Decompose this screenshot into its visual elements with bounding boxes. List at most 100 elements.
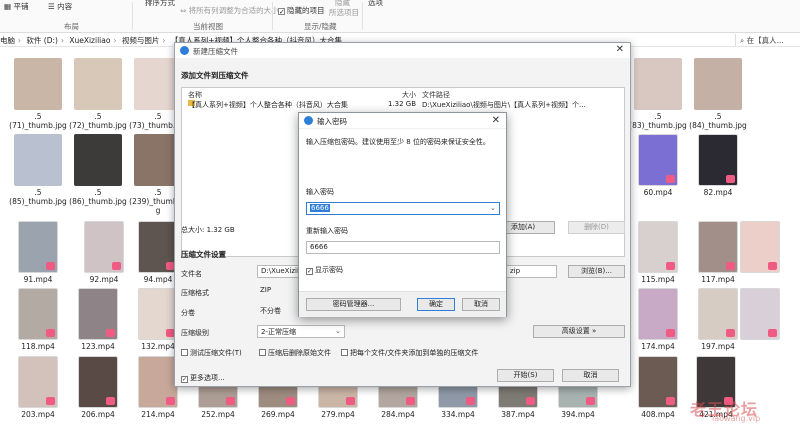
search-input[interactable]: ⌕ 在【真人... <box>735 34 800 46</box>
group-current-view-label: 当前视图 <box>193 22 223 31</box>
app-badge-icon <box>666 329 675 337</box>
file-name: 394.mp4 <box>561 410 595 419</box>
dialog-titlebar[interactable]: 新建压缩文件 ✕ <box>175 43 630 58</box>
password-manager-button[interactable]: 密码管理器... <box>306 298 401 311</box>
file-name: 92.mp4 <box>89 275 119 284</box>
video-file-item[interactable]: 408.mp4 <box>628 356 688 419</box>
browse-button[interactable]: 浏览(B)... <box>568 265 625 278</box>
breadcrumb-item[interactable]: 视频与图片 <box>122 36 160 45</box>
breadcrumb-item[interactable]: XueXiziliao <box>69 36 110 45</box>
test-archive-checkbox[interactable]: 测试压缩文件(T) <box>181 348 242 358</box>
hidden-items-checkbox[interactable]: 隐藏的项目 <box>278 5 325 16</box>
thumbnail <box>18 288 58 340</box>
ribbon: ▦ 平铺 ☰ 内容 布局 排序方式 ⇔ 将所有列调整为合适的大小 当前视图 隐藏… <box>0 0 800 33</box>
video-file-item[interactable]: 82.mp4 <box>688 134 748 197</box>
check-icon: ✓ <box>181 376 188 383</box>
show-password-checkbox[interactable]: ✓ 显示密码 <box>306 265 343 275</box>
image-file-item[interactable]: .5 (72)_thumb.jpg <box>68 58 128 130</box>
file-name: .5 (83)_thumb.jpg <box>629 112 687 130</box>
more-options-checkbox[interactable]: ✓ 更多选项... <box>181 373 225 383</box>
format-select[interactable]: ZIP <box>257 285 303 298</box>
close-icon[interactable]: ✕ <box>616 44 624 55</box>
video-file-item[interactable]: 92.mp4 <box>74 221 134 284</box>
image-file-item[interactable]: .5 (71)_thumb.jpg <box>8 58 68 130</box>
video-file-item[interactable]: 118.mp4 <box>8 288 68 351</box>
chevron-down-icon[interactable]: ⌄ <box>490 204 496 212</box>
cancel-button[interactable]: 取消 <box>462 298 500 311</box>
file-name: .5 (71)_thumb.jpg <box>9 112 67 130</box>
sort-button[interactable]: 排序方式 <box>145 0 175 8</box>
each-separate-checkbox[interactable]: 把每个文件/文件夹添加到单独的压缩文件 <box>341 348 478 358</box>
thumbnail <box>74 134 122 186</box>
row-path: D:\XueXiziliao\视频与图片\【真人系列+视频】个... <box>422 101 586 109</box>
video-file-item[interactable]: 115.mp4 <box>628 221 688 284</box>
delete-after-checkbox[interactable]: 压缩后删除原始文件 <box>259 348 331 358</box>
thumbnail <box>18 221 58 273</box>
thumbnail <box>78 288 118 340</box>
video-file-item[interactable]: 203.mp4 <box>8 356 68 419</box>
file-name: 269.mp4 <box>261 410 295 419</box>
ribbon-item-tiles[interactable]: ▦ 平铺 <box>4 1 28 12</box>
format-label: 压缩格式 <box>181 289 209 297</box>
search-icon: ⌕ <box>740 36 747 45</box>
thumbnail <box>74 58 122 110</box>
thumbnail <box>694 58 742 110</box>
checkbox-icon <box>181 349 188 356</box>
image-file-item[interactable]: .5 (84)_thumb.jpg <box>688 58 748 130</box>
password-field[interactable]: 6666 ⌄ <box>306 202 500 215</box>
password-dialog-titlebar[interactable]: 输入密码 ✕ <box>299 113 506 129</box>
video-file-item[interactable]: 123.mp4 <box>68 288 128 351</box>
ok-button[interactable]: 确定 <box>417 298 455 311</box>
thumbnail <box>18 356 58 408</box>
start-button[interactable]: 开始(S) <box>497 369 554 382</box>
reenter-password-label: 重新输入密码 <box>306 227 348 235</box>
group-show-hide-label: 显示/隐藏 <box>304 22 337 31</box>
ribbon-divider <box>362 2 363 30</box>
app-badge-icon <box>466 397 475 405</box>
advanced-settings-button[interactable]: 高级设置 » <box>533 325 625 338</box>
file-name: 279.mp4 <box>321 410 355 419</box>
level-select[interactable]: 2-正常压缩 ⌄ <box>257 325 345 338</box>
app-badge-icon <box>346 397 355 405</box>
breadcrumb-item[interactable]: 电脑 <box>0 36 15 45</box>
thumbnail <box>638 288 678 340</box>
image-file-item[interactable]: .5 (86)_thumb.jpg <box>68 134 128 206</box>
thumbnail <box>84 221 124 273</box>
password-dialog-title: 输入密码 <box>317 117 347 126</box>
checkbox-icon <box>259 349 266 356</box>
table-row[interactable]: 【真人系列+视频】个人整合各种（抖音风）大合集 1.32 GB D:\XueXi… <box>182 100 624 110</box>
section-add-title: 添加文件到压缩文件 <box>181 71 249 80</box>
column-size-header[interactable]: 大小 <box>402 90 416 100</box>
video-file-item[interactable]: 60.mp4 <box>628 134 688 197</box>
options-button[interactable]: 选项 <box>368 0 383 8</box>
video-file-item[interactable]: 91.mp4 <box>8 221 68 284</box>
breadcrumb-item[interactable]: 软件 (D:) <box>26 36 58 45</box>
file-name: 214.mp4 <box>141 410 175 419</box>
column-path-header[interactable]: 文件路径 <box>422 90 450 100</box>
image-file-item[interactable]: .5 (83)_thumb.jpg <box>628 58 688 130</box>
volume-select[interactable]: 不分卷 <box>257 305 303 318</box>
thumbnail <box>138 221 178 273</box>
thumbnail <box>638 356 678 408</box>
reenter-password-field[interactable]: 6666 <box>306 241 500 254</box>
video-file-item[interactable]: 206.mp4 <box>68 356 128 419</box>
ribbon-item-content[interactable]: ☰ 内容 <box>48 1 72 12</box>
enter-password-label: 输入密码 <box>306 188 334 196</box>
file-name: 82.mp4 <box>703 188 733 197</box>
fit-columns-button[interactable]: ⇔ 将所有列调整为合适的大小 <box>180 5 279 16</box>
file-name: 203.mp4 <box>21 410 55 419</box>
cancel-button[interactable]: 取消 <box>562 369 619 382</box>
column-name-header[interactable]: 名称 <box>188 90 202 100</box>
file-name: 387.mp4 <box>501 410 535 419</box>
ribbon-divider <box>272 2 273 30</box>
thumbnail <box>138 288 178 340</box>
video-file-item[interactable] <box>730 221 790 273</box>
image-file-item[interactable]: .5 (85)_thumb.jpg <box>8 134 68 206</box>
delete-button[interactable]: 删除(D) <box>568 221 625 234</box>
thumbnail <box>740 288 780 340</box>
file-name: .5 (84)_thumb.jpg <box>689 112 747 130</box>
row-name: 【真人系列+视频】个人整合各种（抖音风）大合集 <box>188 101 348 109</box>
close-icon[interactable]: ✕ <box>492 115 500 126</box>
video-file-item[interactable] <box>730 288 790 340</box>
video-file-item[interactable]: 174.mp4 <box>628 288 688 351</box>
